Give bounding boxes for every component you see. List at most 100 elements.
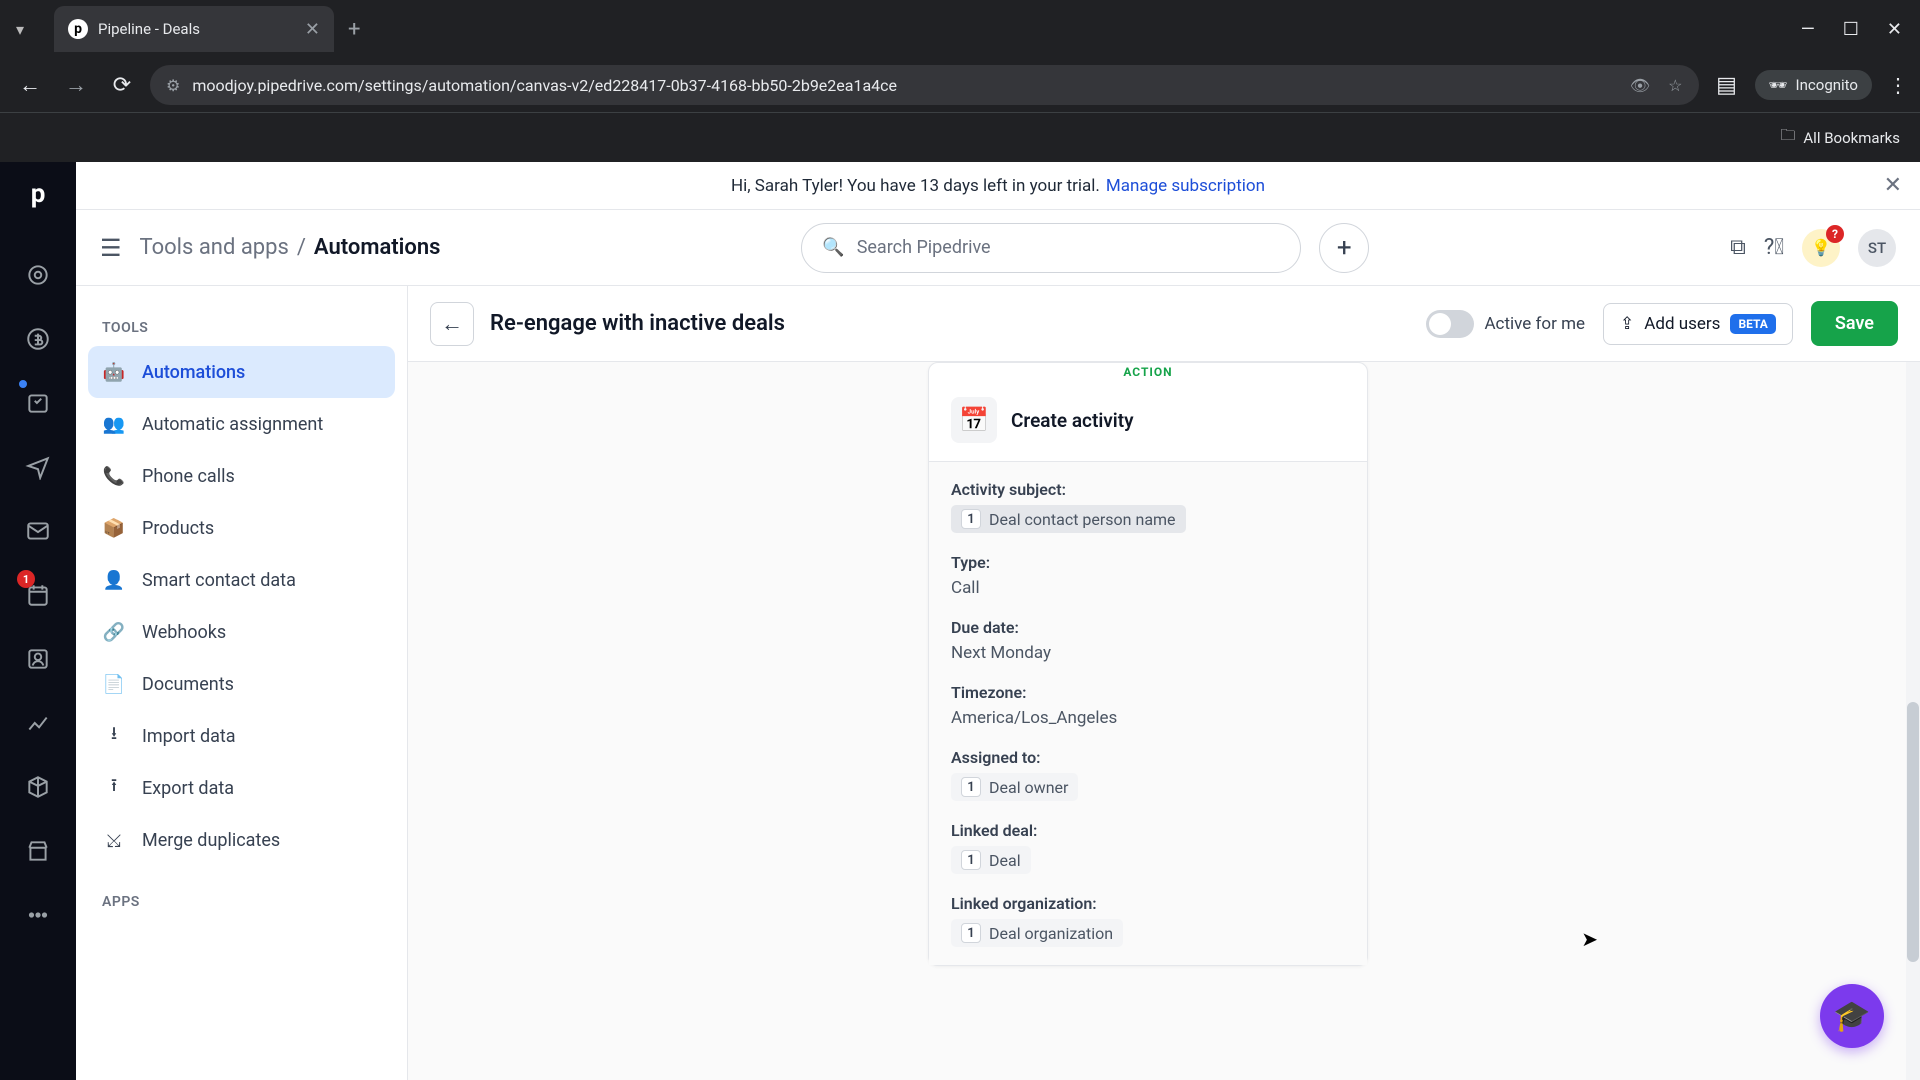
field-label: Assigned to:	[951, 748, 1345, 767]
sidebar-item-automations[interactable]: 🤖 Automations	[88, 346, 395, 398]
sidebar-item-merge[interactable]: ⤩ Merge duplicates	[88, 814, 395, 866]
tips-icon[interactable]: 💡	[1802, 229, 1840, 267]
bookmark-icon[interactable]: ☆	[1668, 76, 1682, 95]
tracking-icon[interactable]: 👁	[1630, 76, 1650, 95]
back-button[interactable]: ←	[430, 302, 474, 346]
field-value: Call	[951, 578, 1345, 598]
sidebar-item-products[interactable]: 📦 Products	[88, 502, 395, 554]
extensions-icon[interactable]: ⧉	[1730, 235, 1746, 260]
token-num: 1	[961, 777, 981, 797]
sidebar-item-label: Automations	[142, 362, 245, 383]
card-body: Activity subject: 1Deal contact person n…	[929, 461, 1367, 965]
rail-item-products[interactable]	[17, 766, 59, 808]
sidebar-item-label: Webhooks	[142, 622, 226, 643]
rail-item-deals[interactable]	[17, 318, 59, 360]
action-tag: ACTION	[1123, 365, 1172, 379]
sidebar-item-label: Import data	[142, 726, 236, 747]
maximize-button[interactable]: ☐	[1843, 19, 1859, 40]
active-toggle-label: Active for me	[1484, 314, 1585, 334]
forward-button[interactable]: →	[58, 67, 94, 103]
token-text: Deal contact person name	[989, 510, 1176, 529]
token-chip[interactable]: 1Deal owner	[951, 773, 1078, 801]
avatar[interactable]: ST	[1858, 229, 1896, 267]
field-label: Due date:	[951, 618, 1345, 637]
sidebar-toggle-icon[interactable]: ☰	[100, 234, 122, 262]
sidebar-item-import[interactable]: ⭳ Import data	[88, 710, 395, 762]
sidebar-item-phone-calls[interactable]: 📞Phone calls	[88, 450, 395, 502]
token-chip[interactable]: 1Deal	[951, 846, 1031, 874]
browser-menu-icon[interactable]: ⋮	[1888, 73, 1908, 97]
automation-icon: 🤖	[102, 360, 126, 384]
active-toggle[interactable]	[1426, 310, 1474, 338]
folder-icon: 🗀	[1780, 125, 1795, 150]
search-input[interactable]: 🔍 Search Pipedrive	[801, 223, 1301, 273]
breadcrumb-root[interactable]: Tools and apps	[140, 235, 289, 260]
add-users-button[interactable]: ⇪ Add users BETA	[1603, 303, 1793, 345]
incognito-badge[interactable]: 🕶 Incognito	[1755, 70, 1873, 100]
side-panel-icon[interactable]: ▤	[1709, 67, 1745, 103]
activity-action-card[interactable]: ACTION 📅 Create activity Activity subjec…	[928, 362, 1368, 966]
rail-item-campaigns[interactable]	[17, 446, 59, 488]
sidebar-item-smart-contact[interactable]: 👤Smart contact data	[88, 554, 395, 606]
sidebar-item-webhooks[interactable]: 🔗Webhooks	[88, 606, 395, 658]
document-icon: 📄	[102, 672, 126, 696]
token-num: 1	[961, 850, 981, 870]
back-button[interactable]: ←	[12, 67, 48, 103]
automation-canvas[interactable]: ACTION 📅 Create activity Activity subjec…	[408, 362, 1920, 1080]
token-num: 1	[961, 923, 981, 943]
pipedrive-logo-icon[interactable]: p	[20, 176, 56, 212]
rail-item-marketplace[interactable]	[17, 830, 59, 872]
trial-banner: Hi, Sarah Tyler! You have 13 days left i…	[76, 162, 1920, 210]
sidebar-item-label: Merge duplicates	[142, 830, 280, 851]
sidebar-heading-tools: TOOLS	[88, 310, 395, 346]
tab-list-dropdown[interactable]: ▾	[8, 17, 32, 41]
sidebar-item-label: Products	[142, 518, 214, 539]
rail-item-more[interactable]	[17, 894, 59, 936]
close-banner-icon[interactable]: ✕	[1884, 173, 1902, 198]
token-chip[interactable]: 1Deal organization	[951, 919, 1123, 947]
token-chip[interactable]: 1Deal contact person name	[951, 505, 1186, 533]
reload-button[interactable]: ⟳	[104, 67, 140, 103]
field-value: America/Los_Angeles	[951, 708, 1345, 728]
field-value: Next Monday	[951, 643, 1345, 663]
merge-icon: ⤩	[102, 828, 126, 852]
close-tab-icon[interactable]: ✕	[305, 19, 320, 40]
site-settings-icon[interactable]: ⚙	[166, 76, 180, 95]
address-bar[interactable]: ⚙ moodjoy.pipedrive.com/settings/automat…	[150, 65, 1699, 105]
rail-badge: 1	[17, 570, 35, 588]
sidebar-item-label: Export data	[142, 778, 234, 799]
rail-item-mail[interactable]	[17, 510, 59, 552]
active-toggle-row: Active for me	[1426, 310, 1585, 338]
rail-item-contacts[interactable]	[17, 638, 59, 680]
search-icon: 🔍	[822, 237, 844, 258]
scrollbar[interactable]	[1906, 362, 1920, 1080]
scroll-thumb[interactable]	[1907, 702, 1919, 962]
sidebar-item-export[interactable]: ⭱ Export data	[88, 762, 395, 814]
rail-item-projects[interactable]	[17, 382, 59, 424]
rail-item-activities[interactable]: 1	[17, 574, 59, 616]
help-icon[interactable]: ?⃝	[1764, 235, 1784, 260]
automation-title: Re-engage with inactive deals	[490, 311, 785, 336]
products-icon: 📦	[102, 516, 126, 540]
quick-add-button[interactable]: +	[1319, 223, 1369, 273]
share-icon: ⇪	[1620, 314, 1634, 334]
rail-item-leads[interactable]	[17, 254, 59, 296]
sidebar-item-label: Phone calls	[142, 466, 235, 487]
sidebar-item-documents[interactable]: 📄Documents	[88, 658, 395, 710]
minimize-button[interactable]: —	[1801, 19, 1815, 40]
sidebar-item-automatic-assignment[interactable]: 👥Automatic assignment	[88, 398, 395, 450]
settings-sidebar: TOOLS 🤖 Automations 👥Automatic assignment…	[76, 286, 408, 1080]
help-fab[interactable]: 🎓	[1820, 984, 1884, 1048]
rail-item-insights[interactable]	[17, 702, 59, 744]
export-icon: ⭱	[102, 776, 126, 800]
all-bookmarks-button[interactable]: 🗀 All Bookmarks	[1780, 125, 1900, 150]
cursor-icon: ➤	[1581, 927, 1598, 951]
browser-tab[interactable]: p Pipeline - Deals ✕	[54, 6, 334, 52]
save-button[interactable]: Save	[1811, 301, 1898, 346]
tab-title: Pipeline - Deals	[98, 20, 295, 38]
contact-icon: 👤	[102, 568, 126, 592]
import-icon: ⭳	[102, 724, 126, 748]
manage-subscription-link[interactable]: Manage subscription	[1106, 176, 1265, 196]
close-window-button[interactable]: ✕	[1887, 19, 1902, 40]
new-tab-button[interactable]: +	[348, 17, 360, 42]
